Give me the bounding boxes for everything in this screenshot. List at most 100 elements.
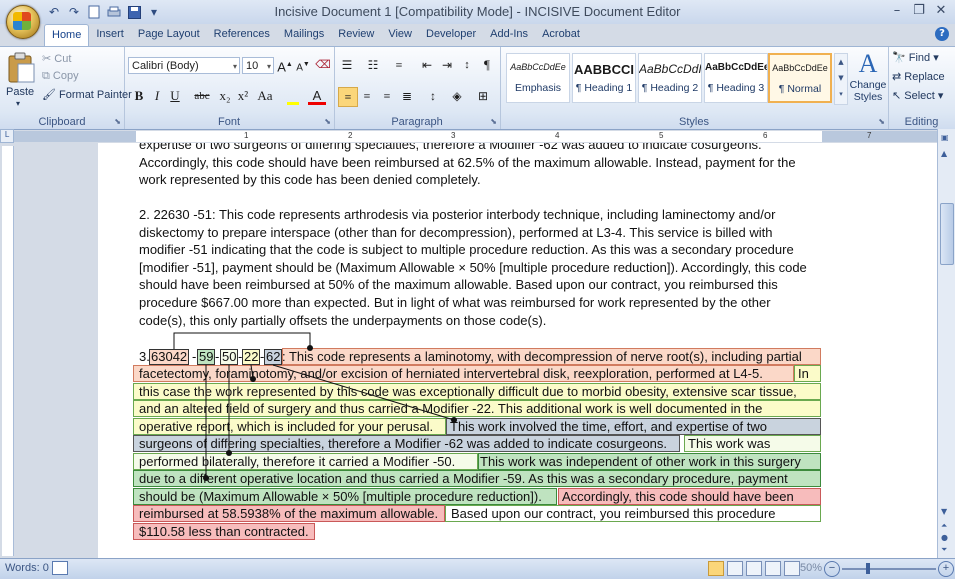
tab-page-layout[interactable]: Page Layout: [131, 24, 207, 46]
shrink-font-button[interactable]: A▼: [294, 56, 312, 74]
document-page[interactable]: expertise of two surgeons of differing s…: [98, 143, 938, 558]
sort-icon[interactable]: ↕: [458, 56, 476, 74]
title-bar: ↶ ↷ ▾ Incisive Document 1 [Compatibility…: [0, 0, 955, 24]
decrease-indent-icon[interactable]: ⇤: [418, 56, 436, 74]
font-launcher-icon[interactable]: ⬊: [324, 117, 331, 126]
cut-button[interactable]: ✂ Cut: [42, 52, 71, 65]
vertical-scrollbar[interactable]: ▣ ▲ ▼ ⏶ ● ⏷: [937, 129, 955, 559]
zoom-out-button[interactable]: −: [824, 561, 840, 577]
clipboard-launcher-icon[interactable]: ⬊: [114, 117, 121, 126]
print-layout-view-icon[interactable]: [708, 561, 724, 576]
grow-font-button[interactable]: A▲: [276, 56, 294, 74]
bullets-icon[interactable]: ☰: [338, 56, 356, 74]
show-formatting-icon[interactable]: ¶: [478, 56, 496, 74]
select-button[interactable]: ↖ Select ▾: [892, 89, 943, 102]
increase-indent-icon[interactable]: ⇥: [438, 56, 456, 74]
clear-formatting-icon[interactable]: ⌫: [314, 56, 332, 74]
cpt-code-box: 63042: [149, 349, 190, 365]
quick-access-toolbar: ↶ ↷ ▾: [46, 3, 162, 21]
minimize-button[interactable]: –: [887, 2, 907, 20]
change-case-button[interactable]: Aa: [254, 87, 276, 105]
tab-developer[interactable]: Developer: [419, 24, 483, 46]
window-controls: – ❐ ✕: [887, 2, 951, 20]
align-right-icon[interactable]: ≡: [378, 87, 396, 105]
zoom-level[interactable]: 50%: [800, 562, 822, 574]
browse-object-icon[interactable]: ●: [941, 533, 948, 542]
close-button[interactable]: ✕: [931, 2, 951, 20]
modifier-62-box: 62: [264, 349, 283, 365]
superscript-button[interactable]: x²: [234, 87, 252, 105]
style-heading-1[interactable]: AABBCCI ¶ Heading 1: [572, 53, 636, 103]
style-heading-3[interactable]: AaBbCcDdEe ¶ Heading 3: [704, 53, 768, 103]
tab-view[interactable]: View: [381, 24, 419, 46]
tab-insert[interactable]: Insert: [89, 24, 131, 46]
web-layout-view-icon[interactable]: [746, 561, 762, 576]
styles-scroll[interactable]: ▲ ▼ ▾: [834, 53, 848, 105]
draft-view-icon[interactable]: [784, 561, 800, 576]
italic-button[interactable]: I: [148, 87, 166, 105]
vertical-ruler[interactable]: [2, 146, 14, 556]
editing-group: 🔭 Find ▾ ⇄ Replace ↖ Select ▾ Editing: [892, 51, 945, 128]
tab-home[interactable]: Home: [44, 24, 90, 47]
style-normal[interactable]: AaBbCcDdEe ¶ Normal: [768, 53, 832, 103]
full-screen-view-icon[interactable]: [727, 561, 743, 576]
align-left-icon[interactable]: ≡: [338, 87, 358, 107]
replace-button[interactable]: ⇄ Replace: [892, 70, 945, 83]
style-emphasis[interactable]: AaBbCcDdEe Emphasis: [506, 53, 570, 103]
format-painter-button[interactable]: 🖌 Format Painter: [42, 88, 132, 101]
print-icon[interactable]: [106, 4, 122, 20]
scroll-thumb[interactable]: [940, 203, 954, 265]
restore-button[interactable]: ❐: [909, 2, 929, 20]
style-heading-2[interactable]: AaBbCcDdI ¶ Heading 2: [638, 53, 702, 103]
strikethrough-button[interactable]: abc: [190, 87, 214, 105]
change-styles-button[interactable]: A Change Styles: [848, 49, 888, 111]
save-icon[interactable]: [126, 4, 142, 20]
paragraph-launcher-icon[interactable]: ⬊: [490, 117, 497, 126]
underline-button[interactable]: U: [166, 87, 184, 105]
office-button[interactable]: [6, 5, 40, 39]
highlight-color-icon[interactable]: [284, 87, 302, 105]
align-center-icon[interactable]: ≡: [358, 87, 376, 105]
previous-page-icon[interactable]: ⏶: [941, 521, 947, 531]
borders-icon[interactable]: ⊞: [474, 87, 492, 105]
line-spacing-icon[interactable]: ↕: [424, 87, 442, 105]
ruler-toggle-icon[interactable]: ▣: [941, 133, 949, 142]
help-icon[interactable]: ?: [935, 27, 949, 41]
justify-icon[interactable]: ≣: [398, 87, 416, 105]
font-size-combo[interactable]: 10 ▾: [242, 57, 274, 74]
scroll-down-arrow[interactable]: ▼: [941, 507, 947, 516]
styles-launcher-icon[interactable]: ⬊: [878, 117, 885, 126]
tab-references[interactable]: References: [207, 24, 277, 46]
find-button[interactable]: 🔭 Find ▾: [892, 51, 939, 64]
office-logo-icon: [13, 12, 31, 30]
font-color-button[interactable]: A: [308, 87, 326, 105]
font-name-combo[interactable]: Calibri (Body) ▾: [128, 57, 240, 74]
tab-add-ins[interactable]: Add-Ins: [483, 24, 535, 46]
word-count[interactable]: Words: 0: [5, 562, 49, 574]
shading-icon[interactable]: ◈: [448, 87, 466, 105]
tab-selector[interactable]: L: [0, 129, 14, 143]
tab-mailings[interactable]: Mailings: [277, 24, 331, 46]
numbering-icon[interactable]: ☷: [364, 56, 382, 74]
next-page-icon[interactable]: ⏷: [941, 545, 947, 555]
zoom-in-button[interactable]: +: [938, 561, 954, 577]
proofing-icon[interactable]: [52, 561, 68, 575]
paragraph-group: ☰ ☷ ≡ ⇤ ⇥ ↕ ¶ ≡ ≡ ≡ ≣ ↕ ◈ ⊞ Paragraph ⬊: [334, 47, 501, 129]
undo-icon[interactable]: ↶: [46, 4, 62, 20]
tab-acrobat[interactable]: Acrobat: [535, 24, 587, 46]
bold-button[interactable]: B: [130, 87, 148, 105]
scroll-up-arrow[interactable]: ▲: [941, 149, 947, 158]
customize-qat-icon[interactable]: ▾: [146, 4, 162, 20]
new-document-icon[interactable]: [86, 4, 102, 20]
zoom-slider-thumb[interactable]: [866, 563, 870, 574]
redo-icon[interactable]: ↷: [66, 4, 82, 20]
modifier-59-box: 59: [197, 349, 216, 365]
status-bar: Words: 0 50% − +: [0, 558, 955, 579]
zoom-slider[interactable]: [842, 568, 936, 570]
subscript-button[interactable]: x₂: [216, 87, 234, 105]
paste-button[interactable]: Paste ▾: [4, 50, 38, 110]
tab-review[interactable]: Review: [331, 24, 381, 46]
copy-button[interactable]: ⧉ Copy: [42, 70, 79, 83]
multilevel-list-icon[interactable]: ≡: [390, 56, 408, 74]
outline-view-icon[interactable]: [765, 561, 781, 576]
